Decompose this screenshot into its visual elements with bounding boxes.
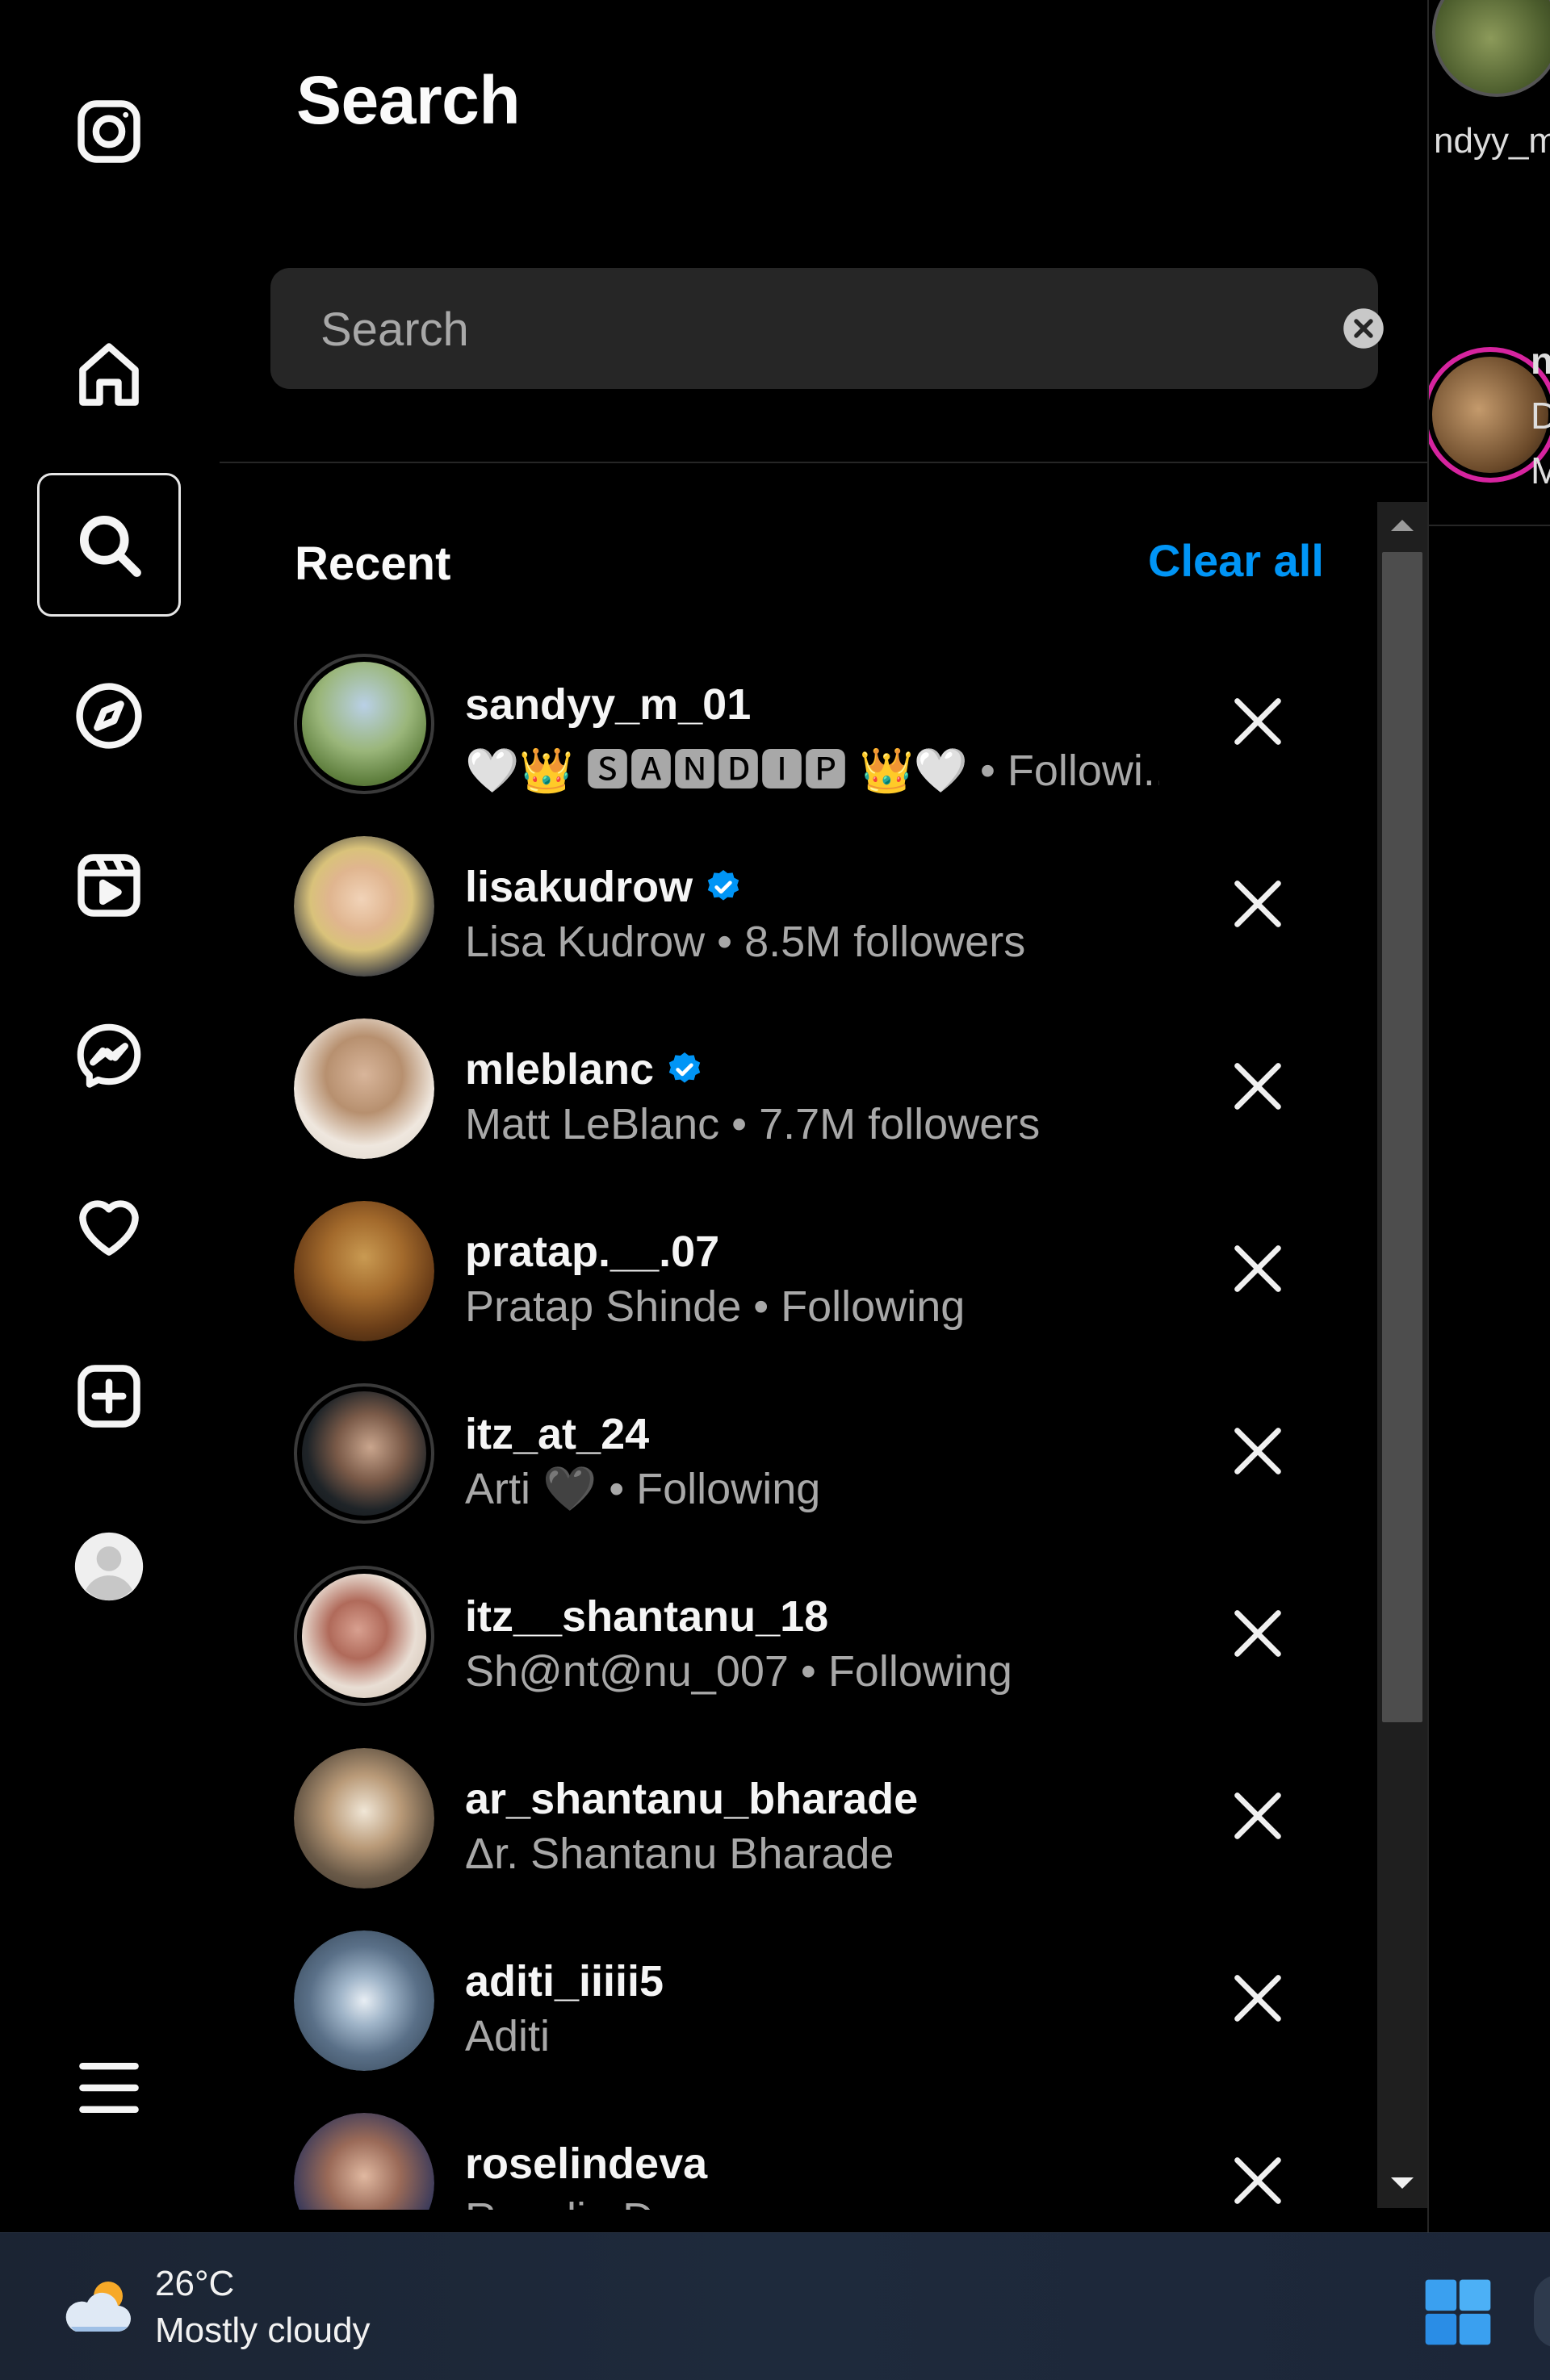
subtitle: Arti 🖤 • Following [465, 1465, 821, 1513]
avatar [294, 1930, 434, 2071]
post-line: M [1531, 450, 1550, 491]
list-item[interactable]: roselindeva Roselin D... [220, 2089, 1366, 2210]
avatar [294, 1748, 434, 1889]
username: sandyy_m_01 [465, 680, 752, 729]
background-feed-peek: ndyy_m_ n D M [1429, 0, 1550, 2232]
page-title: Search [296, 62, 521, 138]
subtitle: Aditi [465, 2012, 551, 2060]
remove-icon[interactable] [1227, 1056, 1288, 1117]
home-icon[interactable] [37, 303, 181, 446]
remove-icon[interactable] [1227, 1968, 1288, 2029]
explore-compass-icon[interactable] [37, 644, 181, 788]
scroll-up-arrow-icon[interactable] [1391, 520, 1414, 531]
profile-avatar-icon[interactable] [37, 1495, 181, 1638]
remove-icon[interactable] [1227, 1785, 1288, 1847]
remove-icon[interactable] [1227, 1238, 1288, 1299]
username: itz_at_24 [465, 1410, 650, 1458]
search-panel: Search Recent Clear all sandyy_m_01 🤍👑 🆂… [220, 0, 1429, 2232]
recent-list: sandyy_m_01 🤍👑 🆂🅰🅽🅳🅸🅿 👑🤍 • Followi... li… [220, 630, 1366, 2210]
story-avatar[interactable] [1432, 0, 1550, 97]
username: ar_shantanu_bharade [465, 1775, 919, 1823]
username: aditi_iiiii5 [465, 1957, 664, 2006]
recent-heading: Recent [295, 537, 451, 590]
subtitle: Lisa Kudrow • 8.5M followers [465, 918, 1026, 966]
scrollbar[interactable] [1377, 502, 1427, 2208]
scroll-down-arrow-icon[interactable] [1391, 2177, 1414, 2189]
remove-icon[interactable] [1227, 1420, 1288, 1482]
post-line: n [1531, 340, 1550, 382]
avatar [294, 1566, 434, 1706]
subtitle: Δr. Shantanu Bharade [465, 1830, 894, 1878]
username: lisakudrow [465, 862, 743, 912]
more-menu-icon[interactable] [37, 2016, 181, 2160]
list-item[interactable]: pratap.__.07 Pratap Shinde • Following [220, 1177, 1366, 1359]
list-item[interactable]: itz_at_24 Arti 🖤 • Following [220, 1359, 1366, 1541]
username: mleblanc [465, 1044, 704, 1094]
remove-icon[interactable] [1227, 691, 1288, 752]
avatar [294, 1201, 434, 1341]
username: pratap.__.07 [465, 1228, 720, 1276]
avatar [294, 2113, 434, 2210]
subtitle: 🤍👑 🆂🅰🅽🅳🅸🅿 👑🤍 • Followi... [465, 747, 1159, 795]
search-box[interactable] [270, 268, 1384, 391]
avatar [294, 836, 434, 977]
subtitle: Sh@nt@nu_007 • Following [465, 1647, 1012, 1696]
username: roselindeva [465, 2139, 708, 2188]
post-line: D [1531, 395, 1550, 437]
left-nav-rail [0, 0, 220, 2232]
remove-icon[interactable] [1227, 873, 1288, 935]
list-item[interactable]: sandyy_m_01 🤍👑 🆂🅰🅽🅳🅸🅿 👑🤍 • Followi... [220, 630, 1366, 812]
taskbar: 26°C Mostly cloudy [0, 2232, 1550, 2380]
username: itz__shantanu_18 [465, 1592, 829, 1641]
windows-start-icon[interactable] [1422, 2277, 1493, 2348]
list-item[interactable]: aditi_iiiii5 Aditi [220, 1906, 1366, 2089]
clear-all-button[interactable]: Clear all [1148, 534, 1324, 587]
notifications-heart-icon[interactable] [37, 1154, 181, 1298]
avatar [294, 1383, 434, 1524]
create-plus-icon[interactable] [37, 1324, 181, 1468]
divider [1429, 525, 1550, 526]
subtitle: Matt LeBlanc • 7.7M followers [465, 1100, 1041, 1148]
verified-badge-icon [707, 870, 739, 901]
clear-search-icon[interactable] [1342, 307, 1385, 350]
subtitle: Roselin D... [465, 2194, 690, 2210]
reels-icon[interactable] [37, 814, 181, 957]
instagram-logo-icon[interactable] [37, 60, 181, 203]
verified-badge-icon [668, 1052, 701, 1083]
avatar [294, 654, 434, 794]
divider [220, 462, 1427, 463]
list-item[interactable]: mleblanc Matt LeBlanc • 7.7M followers [220, 994, 1366, 1177]
scroll-thumb[interactable] [1382, 552, 1422, 1722]
list-item[interactable]: lisakudrow Lisa Kudrow • 8.5M followers [220, 812, 1366, 994]
messenger-icon[interactable] [37, 984, 181, 1127]
partly-cloudy-icon[interactable] [57, 2273, 137, 2338]
list-item[interactable]: ar_shantanu_bharade Δr. Shantanu Bharade [220, 1724, 1366, 1906]
avatar [294, 1019, 434, 1159]
search-icon[interactable] [37, 473, 181, 617]
remove-icon[interactable] [1227, 2150, 1288, 2210]
weather-condition[interactable]: Mostly cloudy [155, 2311, 371, 2351]
list-item[interactable]: itz__shantanu_18 Sh@nt@nu_007 • Followin… [220, 1541, 1366, 1724]
story-username: ndyy_m_ [1434, 121, 1550, 161]
remove-icon[interactable] [1227, 1603, 1288, 1664]
subtitle: Pratap Shinde • Following [465, 1282, 966, 1331]
taskbar-app-icon[interactable] [1534, 2275, 1550, 2348]
search-input[interactable] [319, 268, 1275, 391]
weather-temperature[interactable]: 26°C [155, 2264, 234, 2304]
